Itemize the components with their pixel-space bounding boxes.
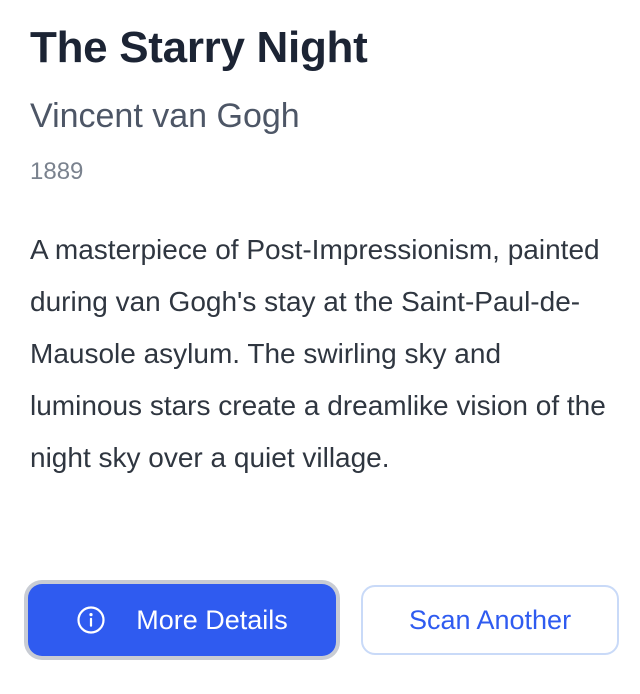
more-details-button[interactable]: More Details [28,584,336,656]
artwork-artist: Vincent van Gogh [30,97,300,135]
artwork-title: The Starry Night [30,23,368,72]
info-icon [77,606,105,634]
scan-another-button[interactable]: Scan Another [361,585,619,655]
artwork-year: 1889 [30,158,84,185]
action-buttons: More Details Scan Another [24,580,620,660]
more-details-focus-ring: More Details [24,580,340,660]
artwork-description: A masterpiece of Post-Impressionism, pai… [30,234,606,473]
more-details-label: More Details [136,604,288,635]
scan-another-label: Scan Another [408,604,572,635]
